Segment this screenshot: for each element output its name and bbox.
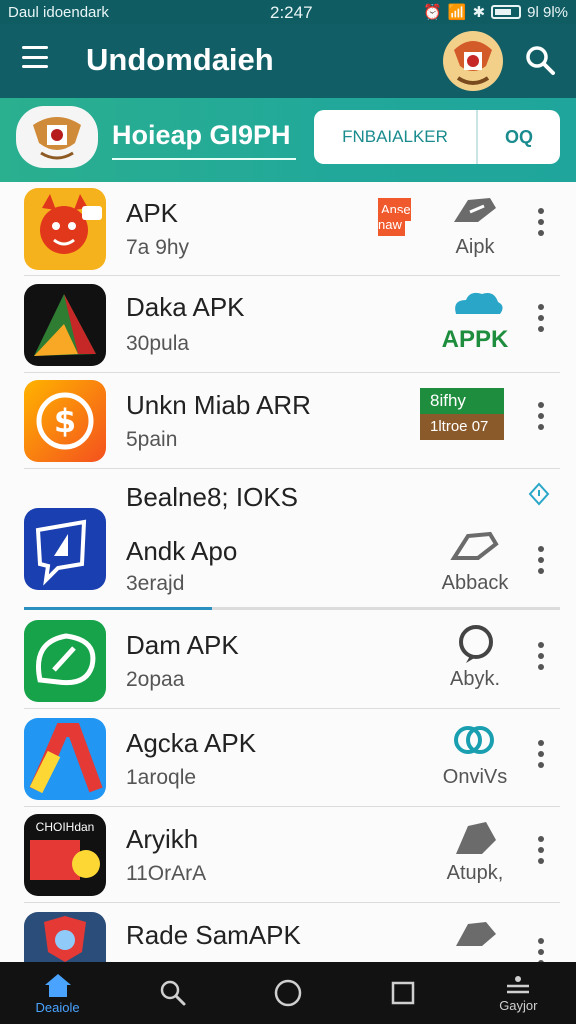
nav-recents[interactable] [373, 964, 433, 1022]
crest-icon [33, 117, 81, 160]
more-options-icon[interactable] [538, 740, 546, 768]
app-title: Undomdaieh [86, 42, 274, 77]
app-name: Dam APK [126, 630, 239, 660]
banner-logo [16, 106, 98, 168]
banner-search-box[interactable]: FNBAIALKER OQ [314, 110, 560, 164]
download-icon[interactable] [452, 818, 500, 858]
menu-icon[interactable] [22, 46, 48, 68]
download-icon[interactable] [450, 192, 502, 226]
app-meta: 11OrArA [126, 862, 207, 885]
nav-profile-label: Gayjor [499, 997, 538, 1013]
app-icon-shield [24, 912, 106, 962]
crest-logo-icon [443, 31, 503, 91]
more-options-icon[interactable] [538, 642, 546, 670]
more-options-icon[interactable] [538, 402, 546, 430]
bottom-nav: Deaiole Gayjor [0, 962, 576, 1024]
banner-search-button[interactable]: OQ [478, 127, 560, 148]
app-name: Bealne8; IOKS [126, 482, 298, 512]
app-bar: Undomdaieh [0, 24, 576, 98]
status-bar: Daul idoendark 2:247 ⏰ 📶 ✱ 9l 9l% [0, 0, 576, 24]
app-badge-bottom: 1ltroe 07 [420, 414, 504, 440]
list-item[interactable]: Bealne8; IOKS Andk Apo 3erajd Abback [0, 468, 576, 608]
app-meta: 1aroqle [126, 766, 197, 789]
svg-text:$: $ [54, 402, 76, 440]
more-options-icon[interactable] [538, 546, 546, 574]
message-icon[interactable] [454, 624, 498, 664]
promo-banner: Hoieap GI9PH FNBAIALKER OQ [0, 98, 576, 182]
app-icon-devil [24, 188, 106, 270]
search-icon [160, 980, 186, 1006]
app-icon-chat-bubble [24, 620, 106, 702]
battery-percent: 9l 9l% [527, 3, 568, 21]
list-item[interactable]: Daka APK 30pula APPK [0, 276, 576, 372]
nav-home[interactable]: Deaiole [28, 964, 88, 1022]
app-icon-chinese: CHOIHdan [24, 814, 106, 896]
app-action-label[interactable]: OnviVs [430, 766, 520, 789]
app-meta: 2opaa [126, 668, 185, 691]
list-item[interactable]: Rade SamAPK [0, 902, 576, 966]
app-name-secondary: Andk Apo [126, 536, 238, 566]
list-item[interactable]: APK 7a 9hy Anse naw Aipk [0, 182, 576, 276]
wifi-icon: 📶 [447, 4, 467, 21]
carrier-text: Daul idoendark [8, 3, 109, 21]
app-badge-top: 8ifhy [420, 388, 504, 414]
app-meta: 7a 9hy [126, 236, 190, 259]
more-options-icon[interactable] [538, 304, 546, 332]
nav-home-button[interactable] [258, 964, 318, 1022]
banner-divider [112, 158, 296, 160]
link-icon[interactable] [448, 720, 500, 760]
list-item[interactable]: CHOIHdan Aryikh 11OrArA Atupk, [0, 806, 576, 902]
banner-title: Hoieap GI9PH [112, 120, 291, 150]
search-icon[interactable] [524, 44, 556, 76]
status-time: 2:247 [270, 3, 313, 22]
app-meta: 5pain [126, 428, 178, 451]
nav-profile[interactable]: Gayjor [488, 964, 548, 1022]
nav-home-label: Deaiole [35, 999, 80, 1015]
app-meta: 30pula [126, 332, 190, 355]
app-name: Unkn Miab ARR [126, 390, 311, 420]
alarm-icon: ⏰ [423, 4, 442, 21]
app-badge: Anse naw [378, 198, 440, 236]
app-action-label[interactable]: APPK [430, 326, 520, 354]
app-name: Aryikh [126, 824, 199, 854]
app-icon-letter-a [24, 718, 106, 800]
more-options-icon[interactable] [538, 208, 546, 236]
circle-icon [274, 979, 302, 1007]
app-action-label[interactable]: Atupk, [430, 862, 520, 885]
cloud-icon[interactable] [450, 288, 506, 320]
app-icon-triangle [24, 284, 106, 366]
app-action-label[interactable]: Aipk [430, 236, 520, 259]
app-icon-coin: $ [24, 380, 106, 462]
download-icon[interactable] [452, 918, 500, 948]
app-action-label[interactable]: Abyk. [430, 668, 520, 691]
list-item[interactable]: Agcka APK 1aroqle OnviVs [0, 708, 576, 806]
list-item[interactable]: $ Unkn Miab ARR 5pain 8ifhy 1ltroe 07 [0, 372, 576, 468]
download-icon[interactable] [450, 528, 502, 562]
list-item[interactable]: Dam APK 2opaa Abyk. [0, 610, 576, 708]
app-meta: 3erajd [126, 572, 185, 595]
app-name: APK [126, 198, 179, 228]
home-icon [44, 973, 71, 997]
profile-icon [507, 975, 530, 993]
app-action-label[interactable]: Abback [430, 572, 520, 595]
app-name: Agcka APK [126, 728, 257, 758]
app-name: Daka APK [126, 292, 245, 322]
square-icon [391, 981, 415, 1005]
pin-icon[interactable] [528, 482, 550, 506]
more-options-icon[interactable] [538, 836, 546, 864]
bluetooth-icon: ✱ [472, 4, 486, 21]
banner-search-input[interactable]: FNBAIALKER [314, 110, 478, 164]
app-name: Rade SamAPK [126, 920, 301, 950]
nav-search[interactable] [143, 964, 203, 1022]
status-icons: ⏰ 📶 ✱ 9l 9l% [423, 3, 568, 22]
battery-icon [491, 5, 522, 19]
app-icon-chat [24, 508, 106, 590]
